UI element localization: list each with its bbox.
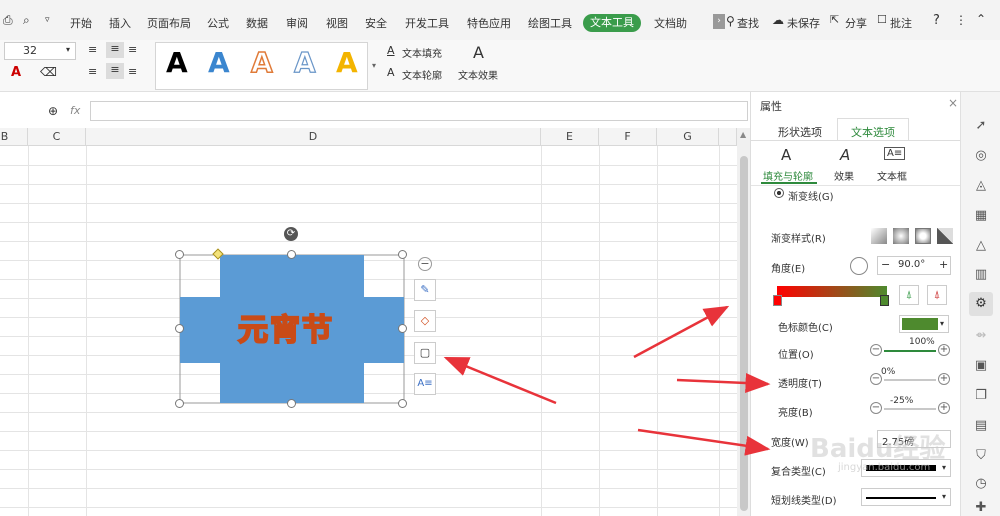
arrow-to-outline-icon — [443, 356, 557, 405]
arrow-to-gradient — [633, 305, 730, 359]
arrow-to-transparency — [676, 373, 771, 394]
watermark-url: jingyan.baidu.com — [838, 462, 931, 473]
watermark-text: Baidu经验 — [810, 434, 946, 464]
arrow-to-width — [637, 428, 771, 456]
